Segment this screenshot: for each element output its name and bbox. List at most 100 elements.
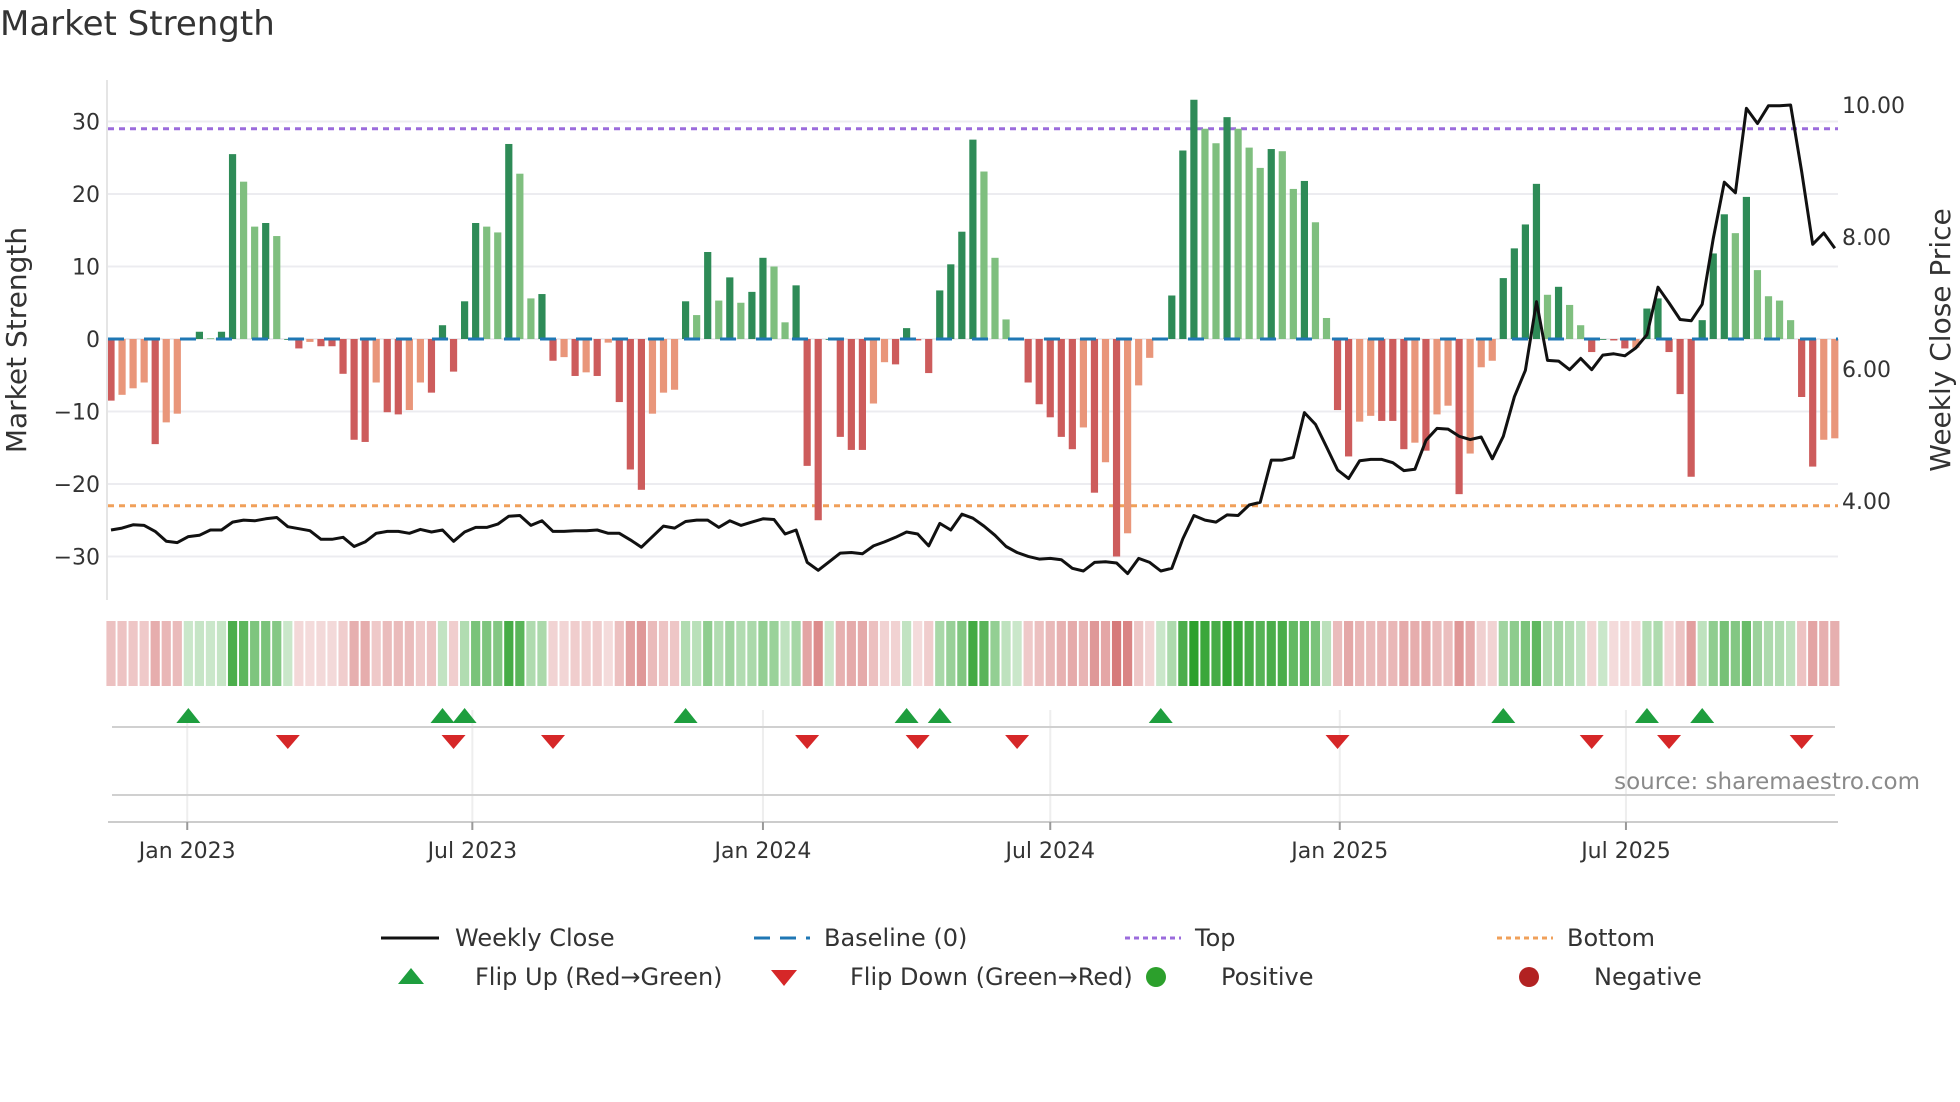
- heat-cell: [1653, 621, 1663, 686]
- heat-cell: [802, 621, 812, 686]
- heat-cell: [1642, 621, 1652, 686]
- heat-cell: [1730, 621, 1740, 686]
- negative-bar: [162, 339, 170, 423]
- heat-cell: [183, 621, 193, 686]
- market-strength-chart: 30 20 10 0 −10 −20 −30 10.00 8.00 6.00 4.00 Jan 202…: [0, 80, 1957, 864]
- heat-cell: [327, 621, 337, 686]
- heat-cell: [216, 621, 227, 686]
- negative-bar: [394, 339, 402, 415]
- heat-cell: [703, 621, 713, 686]
- heat-cell: [1078, 621, 1088, 686]
- flip-up-marker: [430, 708, 455, 723]
- negative-bar: [1610, 339, 1618, 341]
- negative-bar: [361, 339, 369, 442]
- flip-up-marker: [673, 708, 698, 723]
- heat-cell: [1686, 621, 1696, 686]
- heat-cell: [669, 621, 680, 686]
- heat-cell: [1134, 621, 1144, 686]
- heat-cell: [1310, 621, 1321, 686]
- positive-bar: [704, 252, 712, 339]
- heat-cell: [1277, 621, 1287, 686]
- heat-cell: [338, 621, 348, 686]
- heat-cell: [979, 621, 989, 686]
- heat-cell: [1819, 621, 1829, 686]
- positive-bar: [262, 223, 270, 339]
- positive-bar: [1245, 147, 1253, 339]
- heat-cell: [1498, 621, 1508, 686]
- positive-bar: [980, 171, 988, 339]
- heat-cell: [426, 621, 437, 686]
- positive-bar: [438, 325, 447, 339]
- negative-bar: [1079, 339, 1087, 428]
- flip-up-marker: [176, 708, 201, 723]
- negative-bar: [1433, 339, 1441, 415]
- positive-bar: [1709, 253, 1717, 339]
- positive-bar: [1599, 339, 1607, 340]
- negative-bar: [925, 339, 933, 374]
- heat-cell: [736, 621, 746, 686]
- positive-bar: [1002, 319, 1010, 339]
- negative-bar: [814, 339, 822, 521]
- heat-cell: [493, 621, 503, 686]
- heat-cell: [1553, 621, 1564, 686]
- negative-bar: [604, 339, 612, 343]
- positive-bar: [1764, 296, 1773, 339]
- heat-cell: [1200, 621, 1210, 686]
- heat-cell: [603, 621, 613, 686]
- negative-bar: [129, 339, 137, 389]
- heat-cell: [1167, 621, 1177, 686]
- negative-bar: [1488, 339, 1496, 361]
- heat-cell: [205, 621, 216, 686]
- heat-cell: [1377, 621, 1387, 686]
- flip-down-marker: [1657, 735, 1682, 749]
- heat-cell: [460, 621, 470, 686]
- heat-cell: [1067, 621, 1077, 686]
- heat-cell: [780, 621, 790, 686]
- heat-cell: [614, 621, 624, 686]
- heat-cell: [1355, 621, 1365, 686]
- positive-bar: [715, 300, 723, 339]
- heat-cell: [1719, 621, 1729, 686]
- heat-cell: [1421, 621, 1431, 686]
- negative-bar: [1124, 339, 1132, 534]
- negative-bar: [350, 339, 358, 440]
- heat-cell: [658, 621, 669, 686]
- negative-bar: [118, 339, 126, 395]
- y-tick-label: −30: [54, 546, 100, 571]
- heat-cell: [404, 621, 414, 686]
- flip-up-marker: [1491, 708, 1516, 723]
- negative-bar: [891, 339, 900, 365]
- x-tick-label: Jul 2023: [426, 839, 518, 864]
- heat-cell: [581, 621, 591, 686]
- flip-down-marker: [441, 735, 466, 749]
- negative-bar: [560, 339, 568, 358]
- heat-cell: [1697, 621, 1707, 686]
- heat-cell: [1808, 621, 1818, 686]
- negative-bar: [1820, 339, 1828, 440]
- heat-cell: [1001, 621, 1011, 686]
- heat-cell: [1288, 621, 1298, 686]
- heat-cell: [239, 621, 249, 686]
- negative-bar: [880, 339, 889, 363]
- heat-cell: [1542, 621, 1553, 686]
- heat-cell: [1056, 621, 1066, 686]
- heat-cell: [846, 621, 856, 686]
- negative-bar: [1101, 339, 1110, 463]
- heat-cell: [1786, 621, 1796, 686]
- heat-cell: [1476, 621, 1486, 686]
- heat-cell: [1675, 621, 1685, 686]
- positive-bar: [1698, 320, 1706, 339]
- heat-cell: [1145, 621, 1155, 686]
- negative-bar: [1665, 339, 1673, 353]
- negative-bar: [1422, 339, 1430, 451]
- heat-cell: [1034, 621, 1044, 686]
- positive-bar: [228, 154, 237, 339]
- heat-cell: [1111, 621, 1122, 686]
- flip-up-marker: [1148, 708, 1173, 723]
- heat-cell: [382, 621, 392, 686]
- heat-cell: [1388, 621, 1398, 686]
- positive-bar: [958, 231, 966, 339]
- strength-bars: [107, 99, 1839, 557]
- heat-cell: [1531, 621, 1542, 686]
- negative-bar: [1035, 339, 1043, 405]
